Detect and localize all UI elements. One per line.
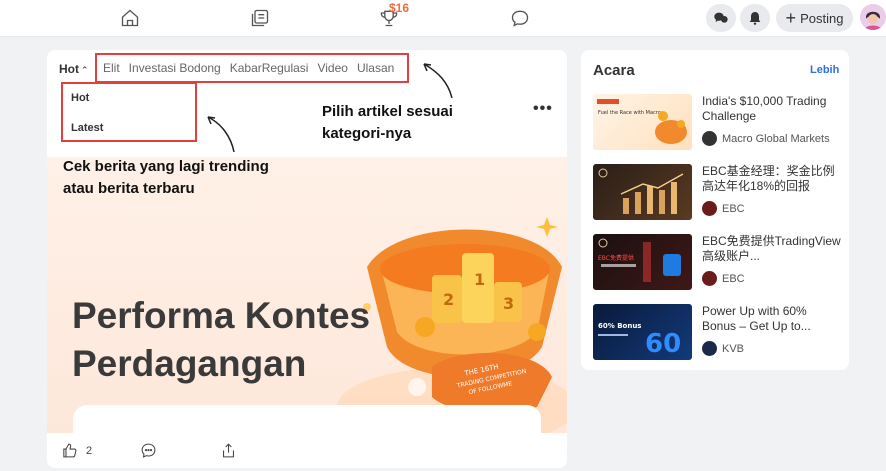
events-panel: Acara Lebih Fuel the Race with Macro Ind… [581, 50, 849, 370]
source-logo-icon [702, 201, 717, 216]
bell-icon[interactable] [740, 4, 770, 32]
banner-title-line-1: Performa Kontes [72, 295, 371, 336]
category-annotation-line-1: Pilih artikel sesuai [322, 103, 453, 120]
svg-text:60: 60 [645, 329, 681, 359]
source-logo-icon [702, 271, 717, 286]
feed-icon[interactable] [249, 7, 271, 29]
sort-option-latest[interactable]: Latest [71, 122, 103, 134]
chat-icon[interactable] [509, 7, 531, 29]
avatar[interactable] [860, 4, 886, 30]
event-title: India's $10,000 Trading Challenge [702, 94, 827, 123]
more-options-icon[interactable]: ••• [533, 100, 553, 118]
source-logo-icon [702, 341, 717, 356]
svg-text:2: 2 [443, 290, 454, 309]
event-thumbnail: Fuel the Race with Macro [593, 94, 692, 150]
share-icon [223, 443, 234, 458]
svg-text:3: 3 [503, 294, 514, 313]
posting-label: Posting [800, 10, 844, 26]
annotation-arrow-category [423, 63, 453, 99]
chevron-up-icon: ⌃ [81, 65, 89, 75]
like-button[interactable]: 2 [61, 442, 92, 459]
thumbs-up-icon [63, 443, 77, 458]
post-actions: 2 [47, 436, 567, 466]
share-button[interactable] [220, 442, 237, 459]
trending-annotation-line-2: atau berita terbaru [63, 180, 195, 197]
tab-ulasan[interactable]: Ulasan [357, 61, 394, 75]
event-source-name: KVB [722, 342, 745, 355]
event-thumb-text: 60% Bonus [598, 322, 641, 330]
category-annotation-line-2: kategori-nya [322, 125, 412, 142]
event-thumb-text: EBC免费提供 [598, 254, 634, 262]
sort-label: Hot [59, 62, 79, 76]
event-source: Macro Global Markets [702, 131, 830, 146]
banner-title-line-2: Perdagangan [72, 343, 307, 384]
trending-annotation: Cek berita yang lagi trending atau berit… [63, 156, 269, 200]
event-source: KVB [702, 341, 744, 356]
events-panel-title: Acara [593, 62, 635, 79]
svg-text:1: 1 [474, 270, 485, 289]
event-item[interactable]: 60% Bonus 60 Power Up with 60% Bonus – G… [593, 304, 843, 362]
tab-video[interactable]: Video [317, 61, 347, 75]
event-item[interactable]: EBC免费提供 EBC免费提供TradingView高级账户... EBC [593, 234, 843, 292]
tab-kabar-regulasi[interactable]: KabarRegulasi [230, 61, 309, 75]
event-item[interactable]: EBC基金经理：奖金比例高达年化18%的回报 EBC [593, 164, 843, 222]
event-thumbnail [593, 164, 692, 220]
event-source-name: EBC [722, 202, 745, 215]
home-icon[interactable] [119, 7, 141, 29]
community-icon[interactable] [706, 4, 736, 32]
plus-icon: + [785, 8, 797, 28]
event-source: EBC [702, 201, 745, 216]
sort-option-hot[interactable]: Hot [71, 92, 89, 104]
sort-dropdown-menu: Hot Latest [61, 82, 197, 142]
banner-title: Performa Kontes Perdagangan [72, 292, 372, 388]
event-item[interactable]: Fuel the Race with Macro India's $10,000… [593, 94, 843, 152]
event-thumbnail: 60% Bonus 60 [593, 304, 692, 360]
tab-elit[interactable]: Elit [103, 61, 120, 75]
event-thumb-text: Fuel the Race with Macro [598, 110, 661, 116]
event-source: EBC [702, 271, 745, 286]
category-annotation: Pilih artikel sesuai kategori-nya [322, 101, 453, 145]
events-more-link[interactable]: Lebih [810, 64, 839, 76]
event-thumbnail: EBC免费提供 [593, 234, 692, 290]
event-source-name: Macro Global Markets [722, 132, 830, 145]
annotation-arrow-trending [207, 116, 235, 153]
like-count: 2 [86, 444, 93, 457]
comment-icon [141, 443, 156, 458]
tab-investasi-bodong[interactable]: Investasi Bodong [129, 61, 221, 75]
comment-button[interactable] [140, 442, 157, 459]
top-navigation-bar: $16 + Posting [0, 0, 886, 37]
source-logo-icon [702, 131, 717, 146]
category-tab-list: Elit Investasi Bodong KabarRegulasi Vide… [95, 53, 409, 83]
sort-dropdown-toggle[interactable]: Hot ⌃ [59, 62, 89, 76]
post-card: Hot ⌃ Elit Investasi Bodong KabarRegulasi… [47, 50, 567, 468]
trophy-badge: $16 [389, 1, 410, 15]
event-source-name: EBC [722, 272, 745, 285]
posting-button[interactable]: + Posting [776, 4, 853, 32]
trending-annotation-line-1: Cek berita yang lagi trending [63, 158, 269, 175]
event-title: EBC免费提供TradingView高级账户... [702, 234, 841, 263]
event-title: Power Up with 60% Bonus – Get Up to... [702, 304, 811, 333]
category-tabs: Hot ⌃ Elit Investasi Bodong KabarRegulasi… [47, 50, 567, 86]
event-title: EBC基金经理：奖金比例高达年化18%的回报 [702, 164, 835, 193]
